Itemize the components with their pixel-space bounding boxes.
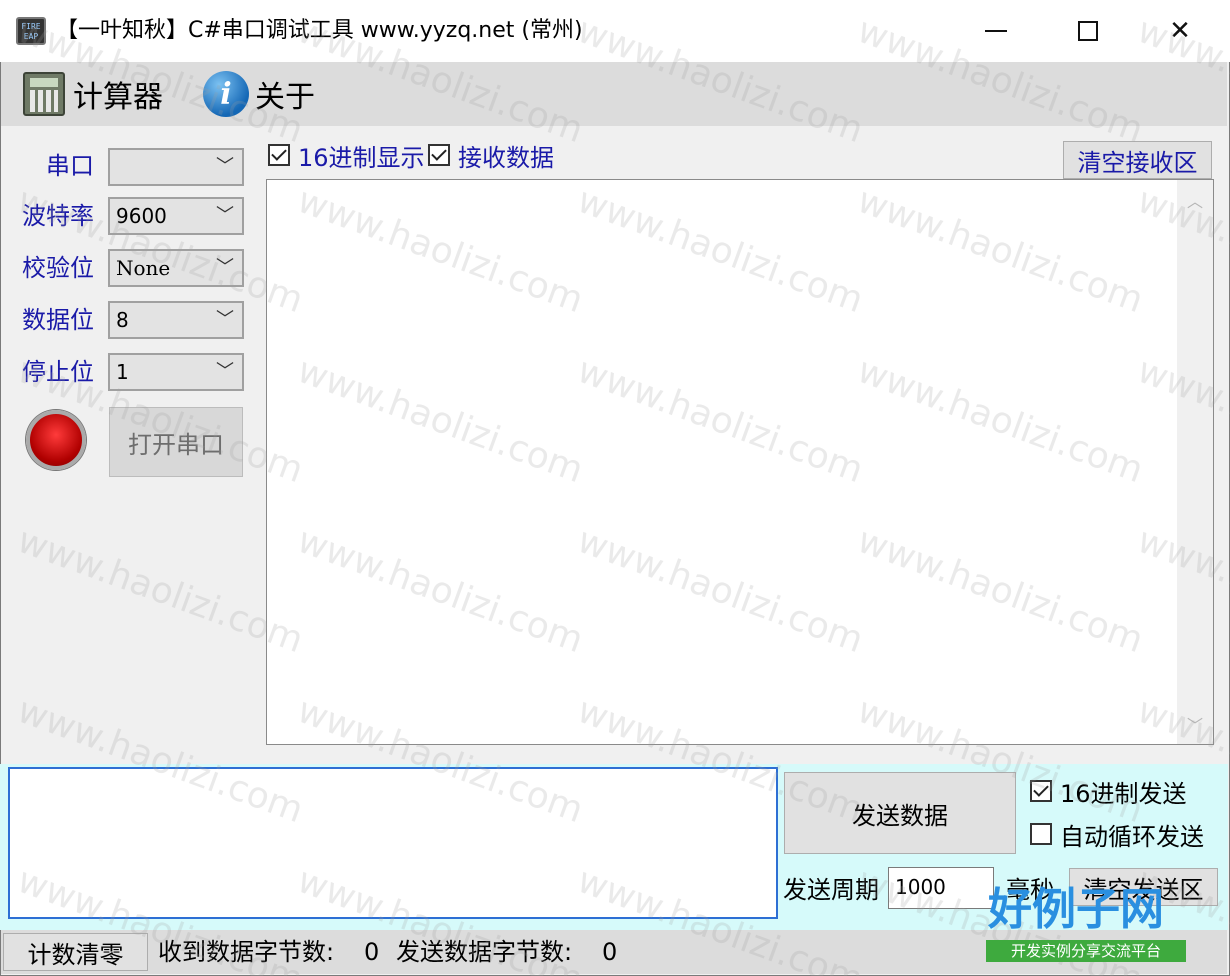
auto-send-checkbox[interactable]: 自动循环发送 xyxy=(1030,819,1204,851)
clear-receive-button[interactable]: 清空接收区 xyxy=(1063,141,1212,179)
databits-select[interactable]: 8 ﹀ xyxy=(108,301,244,339)
open-port-button[interactable]: 打开串口 xyxy=(109,407,243,477)
stopbits-label: 停止位 xyxy=(22,358,94,386)
databits-select-value: 8 xyxy=(116,308,129,332)
stopbits-select-value: 1 xyxy=(116,360,129,384)
menu-item-about[interactable]: i 关于 xyxy=(203,68,315,120)
port-label: 串口 xyxy=(46,152,94,180)
send-period-label: 发送周期 xyxy=(783,876,879,904)
stopbits-select[interactable]: 1 ﹀ xyxy=(108,353,244,391)
maximize-icon xyxy=(1078,21,1098,41)
menu-item-about-label: 关于 xyxy=(255,80,315,115)
port-status-led-icon xyxy=(26,410,86,470)
parity-select[interactable]: None ﹀ xyxy=(108,249,244,287)
watermark-logo-title: 好例子网 xyxy=(988,884,1164,935)
chevron-down-icon: ﹀ xyxy=(216,205,234,226)
receive-textarea[interactable] xyxy=(266,179,1214,745)
window-title: 【一叶知秋】C#串口调试工具 www.yyzq.net (常州) xyxy=(56,18,583,43)
baud-select[interactable]: 9600 ﹀ xyxy=(108,197,244,235)
reset-count-button[interactable]: 计数清零 xyxy=(3,933,148,971)
receive-scrollbar[interactable]: ︿ ﹀ xyxy=(1177,180,1213,744)
tx-count-value: 0 xyxy=(602,938,618,966)
send-period-input[interactable]: 1000 xyxy=(888,867,994,909)
watermark-logo-subtitle: 开发实例分享交流平台 xyxy=(986,940,1186,962)
maximize-button[interactable] xyxy=(1042,0,1134,62)
chevron-down-icon: ﹀ xyxy=(216,156,234,177)
databits-label: 数据位 xyxy=(22,306,94,334)
minimize-button[interactable] xyxy=(950,0,1042,62)
hex-display-label: 16进制显示 xyxy=(298,143,425,172)
rx-count-label: 收到数据字节数: xyxy=(158,938,335,966)
scroll-down-icon[interactable]: ﹀ xyxy=(1177,712,1213,736)
auto-send-label: 自动循环发送 xyxy=(1060,822,1204,851)
checkbox-checked-icon xyxy=(1030,780,1052,802)
menu-bar: 计算器 i 关于 xyxy=(1,62,1227,126)
send-data-button[interactable]: 发送数据 xyxy=(784,772,1016,854)
hex-send-checkbox[interactable]: 16进制发送 xyxy=(1030,776,1187,808)
close-icon: ✕ xyxy=(1169,16,1191,46)
menu-item-calculator-label: 计算器 xyxy=(73,80,163,115)
parity-select-value: None xyxy=(116,256,171,280)
port-select[interactable]: ﹀ xyxy=(108,148,244,186)
chevron-down-icon: ﹀ xyxy=(216,309,234,330)
info-icon: i xyxy=(203,71,249,117)
hex-display-checkbox[interactable]: 16进制显示 xyxy=(268,140,425,172)
app-icon: FIRE EAP xyxy=(16,17,46,45)
title-bar: FIRE EAP 【一叶知秋】C#串口调试工具 www.yyzq.net (常州… xyxy=(0,0,1230,62)
calculator-icon xyxy=(23,72,65,116)
close-button[interactable]: ✕ xyxy=(1134,0,1226,62)
receive-data-checkbox[interactable]: 接收数据 xyxy=(428,140,554,172)
parity-label: 校验位 xyxy=(22,254,94,282)
hex-send-label: 16进制发送 xyxy=(1060,779,1187,808)
tx-count-label: 发送数据字节数: xyxy=(396,938,573,966)
baud-select-value: 9600 xyxy=(116,204,167,228)
receive-data-label: 接收数据 xyxy=(458,143,554,172)
send-textarea[interactable] xyxy=(8,767,778,919)
chevron-down-icon: ﹀ xyxy=(216,361,234,382)
menu-item-calculator[interactable]: 计算器 xyxy=(23,68,163,120)
checkbox-unchecked-icon xyxy=(1030,823,1052,845)
checkbox-checked-icon xyxy=(428,144,450,166)
rx-count-value: 0 xyxy=(364,938,380,966)
watermark-logo: 好例子网 开发实例分享交流平台 xyxy=(984,884,1188,966)
baud-label: 波特率 xyxy=(22,202,94,230)
chevron-down-icon: ﹀ xyxy=(216,257,234,278)
checkbox-checked-icon xyxy=(268,144,290,166)
scroll-up-icon[interactable]: ︿ xyxy=(1177,188,1213,212)
minimize-icon xyxy=(985,30,1007,32)
